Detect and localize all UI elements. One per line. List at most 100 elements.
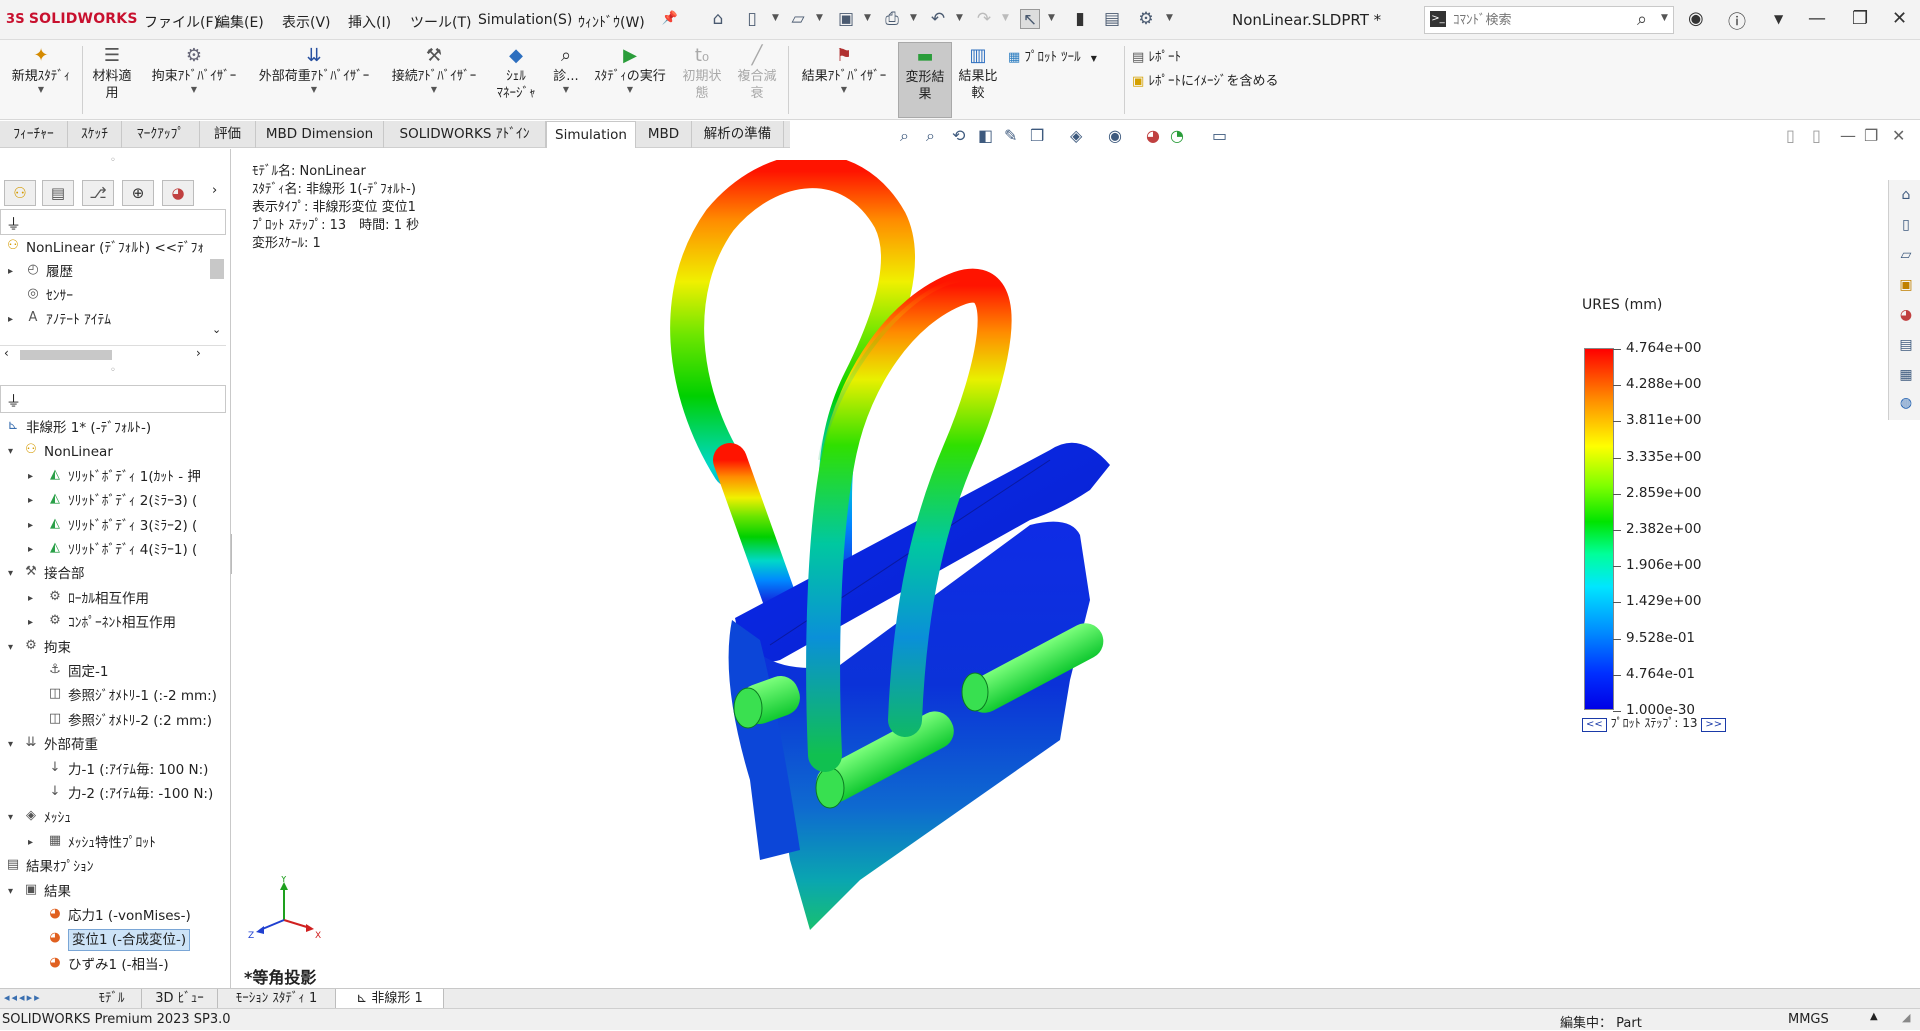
tree-item[interactable]: ▾ ⚒ 接合部 bbox=[0, 563, 230, 585]
tree-item[interactable]: ▾ ⚇ NonLinear bbox=[0, 441, 230, 463]
tree-filter[interactable]: ⏚ bbox=[0, 209, 226, 235]
tab-nonlinear-study[interactable]: ⊾ 非線形 1 bbox=[336, 989, 444, 1009]
tree-item[interactable]: ◫ 参照ｼﾞｵﾒﾄﾘ-1 (:-2 mm:) bbox=[0, 685, 230, 707]
tree-item[interactable]: ▸ ◭ ｿﾘｯﾄﾞﾎﾞﾃﾞｨ 1(ｶｯﾄ - 押 bbox=[0, 466, 230, 488]
dimxpert-tab[interactable]: ⊕ bbox=[122, 180, 154, 206]
chevron-down-icon[interactable]: ▼ bbox=[792, 85, 896, 95]
run-study-button[interactable]: ▶ ｽﾀﾃﾞｨの実行 ▼ bbox=[588, 42, 672, 95]
tab-mbd[interactable]: MBD bbox=[636, 121, 692, 148]
tree-item[interactable]: ↓ 力-1 (:ｱｲﾃﾑ毎: 100 N:) bbox=[0, 759, 230, 781]
chevron-down-icon[interactable]: ▼ bbox=[1002, 13, 1009, 23]
viewport-minimize-icon[interactable]: — bbox=[1840, 126, 1856, 145]
legend-color-bar[interactable] bbox=[1584, 348, 1614, 710]
user-account-icon[interactable]: ◉ bbox=[1688, 8, 1704, 29]
tree-hscrollbar[interactable]: ‹ › bbox=[0, 345, 226, 363]
chevron-down-icon[interactable]: ▼ bbox=[248, 85, 380, 95]
composite-damping-button[interactable]: ╱ 複合減 衰 bbox=[730, 42, 784, 102]
help-icon[interactable]: ⓘ bbox=[1728, 8, 1746, 34]
expand-arrow-icon[interactable]: ▸ bbox=[28, 466, 38, 488]
initial-state-button[interactable]: t₀ 初期状 態 bbox=[676, 42, 728, 102]
dynamic-annotation-icon[interactable]: ✎ bbox=[1004, 126, 1017, 145]
tab-motion-study[interactable]: ﾓｰｼｮﾝ ｽﾀﾃﾞｨ 1 bbox=[218, 989, 336, 1009]
solidworks-forum-icon[interactable]: ▦ bbox=[1897, 366, 1915, 384]
expand-arrow-icon[interactable]: ▸ bbox=[8, 309, 18, 331]
tree-item[interactable]: ▸ ◴ 履歴 bbox=[0, 261, 226, 283]
tree-item[interactable]: ▸ A ｱﾉﾃｰﾄ ｱｲﾃﾑ bbox=[0, 309, 226, 331]
chevron-down-icon[interactable]: ▼ bbox=[864, 13, 871, 23]
collapse-arrow-icon[interactable]: ▾ bbox=[8, 734, 18, 756]
tree-item[interactable]: ⚓ 固定-1 bbox=[0, 661, 230, 683]
tree-item[interactable]: ▾ ◈ ﾒｯｼｭ bbox=[0, 807, 230, 829]
tab-3d-view[interactable]: 3D ﾋﾞｭｰ bbox=[142, 989, 218, 1009]
splitter-grip[interactable]: ◦ bbox=[110, 155, 116, 166]
tab-navigation-arrows[interactable]: ◂◂◂▸▸ bbox=[4, 991, 42, 1004]
scroll-down-icon[interactable]: ⌄ bbox=[212, 323, 221, 336]
tab-features[interactable]: ﾌｨｰﾁｬｰ bbox=[0, 121, 68, 148]
file-explorer-icon[interactable]: ▱ bbox=[1897, 246, 1915, 264]
property-manager-tab[interactable]: ▤ bbox=[42, 180, 74, 206]
display-manager-tab[interactable]: ◕ bbox=[162, 180, 194, 206]
chevron-down-icon[interactable]: ▼ bbox=[910, 13, 917, 23]
tree-item[interactable]: ▸ ⚙ ﾛｰｶﾙ相互作用 bbox=[0, 588, 230, 610]
expand-arrow-icon[interactable]: ▸ bbox=[28, 612, 38, 634]
print-icon[interactable]: ⎙ bbox=[882, 9, 902, 29]
edit-appearance-icon[interactable]: ◕ bbox=[1146, 126, 1160, 145]
expand-arrow-icon[interactable]: ▸ bbox=[28, 539, 38, 561]
tree-item[interactable]: ▸ ◭ ｿﾘｯﾄﾞﾎﾞﾃﾞｨ 4(ﾐﾗｰ1) ( bbox=[0, 539, 230, 561]
load-advisor-button[interactable]: ⇊ 外部荷重ｱﾄﾞﾊﾞｲｻﾞｰ ▼ bbox=[248, 42, 380, 95]
collapse-arrow-icon[interactable]: ▾ bbox=[8, 441, 18, 463]
tree-item[interactable]: ↓ 力-2 (:ｱｲﾃﾑ毎: -100 N:) bbox=[0, 783, 230, 805]
chevron-down-icon[interactable]: ▼ bbox=[1091, 54, 1097, 63]
tab-evaluate[interactable]: 評価 bbox=[200, 121, 256, 148]
viewport-split-icon[interactable]: ▯ bbox=[1786, 126, 1795, 145]
connection-advisor-button[interactable]: ⚒ 接続ｱﾄﾞﾊﾞｲｻﾞｰ ▼ bbox=[382, 42, 486, 95]
custom-properties-icon[interactable]: ▤ bbox=[1897, 336, 1915, 354]
menu-file[interactable]: ファイル(F) bbox=[144, 12, 219, 32]
tree-item[interactable]: ◫ 参照ｼﾞｵﾒﾄﾘ-2 (:2 mm:) bbox=[0, 710, 230, 732]
new-study-button[interactable]: ✦ 新規ｽﾀﾃﾞｨ ▼ bbox=[4, 42, 78, 95]
tab-mbd-dimension[interactable]: MBD Dimension bbox=[256, 121, 384, 148]
chevron-down-icon[interactable]: ▼ bbox=[1661, 13, 1668, 23]
splitter-grip[interactable]: ◦ bbox=[110, 365, 116, 376]
tree-item[interactable]: ▾ ⇊ 外部荷重 bbox=[0, 734, 230, 756]
expand-arrow-icon[interactable]: ▸ bbox=[8, 261, 18, 283]
previous-view-icon[interactable]: ⟲ bbox=[952, 126, 965, 145]
help-dropdown-icon[interactable]: ▼ bbox=[1774, 12, 1783, 26]
units-dropdown-icon[interactable]: ▲ bbox=[1870, 1011, 1878, 1022]
deformed-result-button[interactable]: ▬ 変形結 果 bbox=[898, 42, 952, 118]
tree-item[interactable]: ▸ ⚙ ｺﾝﾎﾟｰﾈﾝﾄ相互作用 bbox=[0, 612, 230, 634]
shell-manager-button[interactable]: ◆ ｼｪﾙ ﾏﾈｰｼﾞｬ bbox=[488, 42, 544, 102]
tree-item[interactable]: ◎ ｾﾝｻｰ bbox=[0, 285, 226, 307]
chevron-down-icon[interactable]: ▼ bbox=[816, 13, 823, 23]
menu-tools[interactable]: ツール(T) bbox=[410, 12, 471, 32]
tree-item[interactable]: ⚇ NonLinear (ﾃﾞﾌｫﾙﾄ) <<ﾃﾞﾌｫ bbox=[0, 237, 226, 259]
expand-arrow-icon[interactable]: ▸ bbox=[28, 515, 38, 537]
filter-icon[interactable]: ⏚ bbox=[6, 213, 21, 234]
collapse-arrow-icon[interactable]: ▾ bbox=[8, 637, 18, 659]
viewport-expand-icon[interactable]: ▯ bbox=[1812, 126, 1821, 145]
menu-window[interactable]: ｳｨﾝﾄﾞｳ(W) bbox=[578, 12, 645, 32]
resize-grip-icon[interactable]: ◢ bbox=[1902, 1011, 1910, 1024]
plot-tools-button[interactable]: ▦ ﾌﾟﾛｯﾄ ﾂｰﾙ ▼ bbox=[1008, 46, 1097, 65]
tree-item[interactable]: ◕ ひずみ1 (-相当-) bbox=[0, 954, 230, 976]
report-button[interactable]: ▤ ﾚﾎﾟｰﾄ bbox=[1132, 46, 1181, 65]
diagnose-button[interactable]: ⌕ 診... ▼ bbox=[546, 42, 586, 95]
chevron-down-icon[interactable]: ▼ bbox=[956, 13, 963, 23]
chevron-down-icon[interactable]: ▼ bbox=[142, 85, 246, 95]
menu-view[interactable]: 表示(V) bbox=[282, 12, 331, 32]
section-view-icon[interactable]: ◧ bbox=[978, 126, 993, 145]
include-image-button[interactable]: ▣ ﾚﾎﾟｰﾄにｲﾒｰｼﾞを含める bbox=[1132, 70, 1278, 89]
collapse-arrow-icon[interactable]: ▾ bbox=[8, 563, 18, 585]
tab-analysis-preparation[interactable]: 解析の準備 bbox=[692, 121, 784, 148]
view-orientation-icon[interactable]: ❒ bbox=[1030, 126, 1044, 145]
apply-material-button[interactable]: ☰ 材料適 用 bbox=[86, 42, 138, 102]
expand-arrow-icon[interactable]: ▸ bbox=[28, 832, 38, 854]
tab-simulation[interactable]: Simulation bbox=[546, 121, 636, 148]
undo-icon[interactable]: ↶ bbox=[928, 9, 948, 29]
menu-edit[interactable]: 編集(E) bbox=[216, 12, 264, 32]
chevron-down-icon[interactable]: ▼ bbox=[1166, 13, 1173, 23]
zoom-to-area-icon[interactable]: ⌕ bbox=[926, 126, 935, 146]
tree-item[interactable]: ▾ ⚙ 拘束 bbox=[0, 637, 230, 659]
chevron-right-icon[interactable]: › bbox=[212, 183, 217, 198]
command-search[interactable]: >_ ⌕ ▼ bbox=[1424, 6, 1674, 34]
